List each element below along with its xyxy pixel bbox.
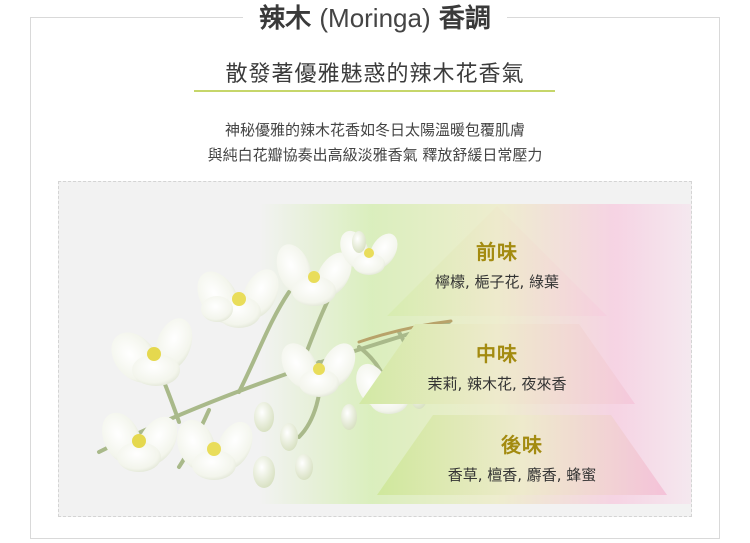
top-note-title: 前味	[476, 240, 518, 264]
title-en: (Moringa)	[319, 2, 431, 33]
subtitle: 散發著優雅魅惑的辣木花香氣	[225, 62, 525, 87]
top-note-list: 檸檬, 梔子花, 綠葉	[434, 273, 560, 291]
subtitle-underline	[194, 90, 555, 92]
description-line-2: 與純白花瓣協奏出高級淡雅香氣 釋放舒緩日常壓力	[207, 146, 543, 164]
fragrance-panel: 前味 檸檬, 梔子花, 綠葉 中味 茉莉, 辣木花, 夜來香 後味 香草, 檀香…	[58, 181, 692, 517]
description-line-1: 神秘優雅的辣木花香如冬日太陽溫暖包覆肌膚	[224, 121, 525, 139]
pyramid-middle-tier: 中味 茉莉, 辣木花, 夜來香	[359, 324, 635, 404]
page-title: 辣木 (Moringa) 香調	[243, 0, 507, 37]
title-cn: 辣木	[259, 3, 312, 34]
base-note-title: 後味	[501, 433, 543, 457]
pyramid-top-tier: 前味 檸檬, 梔子花, 綠葉	[387, 206, 607, 316]
title-cn-suffix: 香調	[438, 3, 491, 34]
base-note-list: 香草, 檀香, 麝香, 蜂蜜	[447, 466, 597, 484]
title-bar: 辣木 (Moringa) 香調	[0, 0, 750, 37]
pyramid-base-tier: 後味 香草, 檀香, 麝香, 蜂蜜	[377, 415, 667, 495]
description: 神秘優雅的辣木花香如冬日太陽溫暖包覆肌膚 與純白花瓣協奏出高級淡雅香氣 釋放舒緩…	[0, 118, 750, 168]
middle-note-title: 中味	[476, 342, 518, 366]
middle-note-list: 茉莉, 辣木花, 夜來香	[427, 375, 567, 393]
